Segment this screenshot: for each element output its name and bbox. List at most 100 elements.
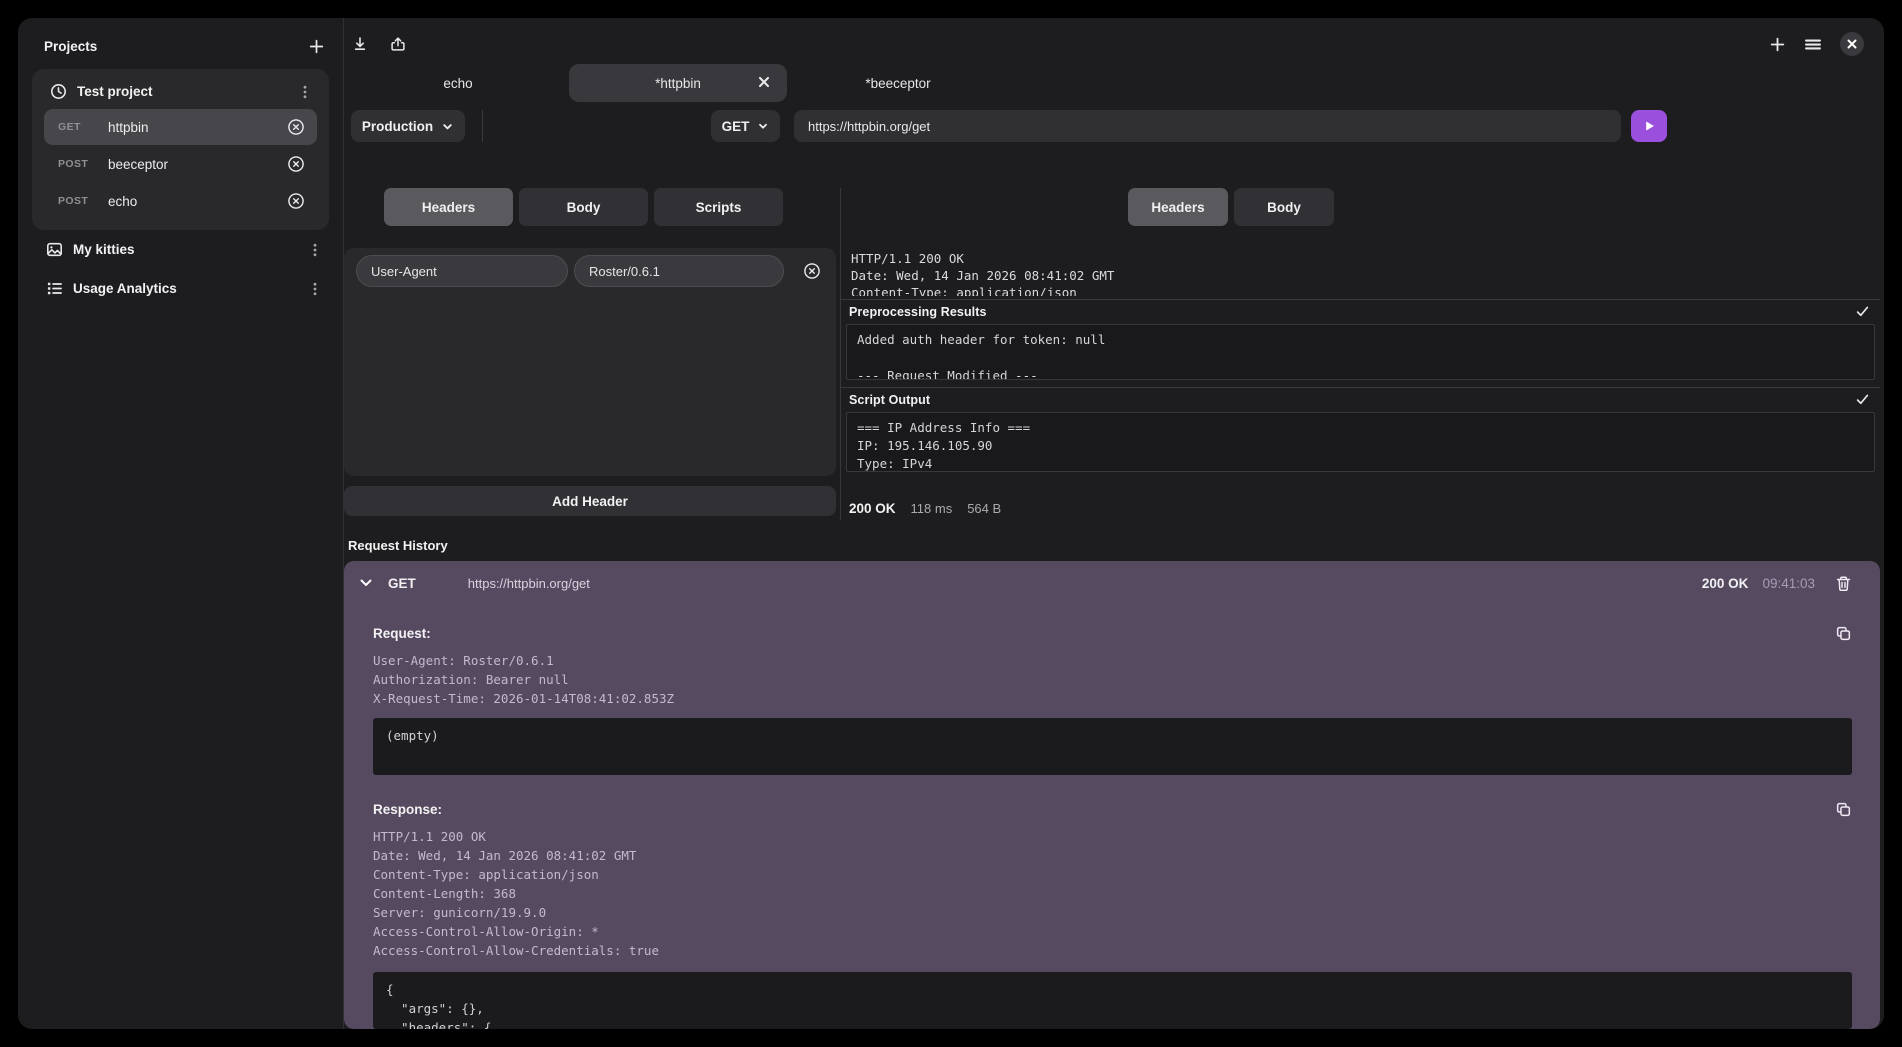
method-label: GET	[722, 119, 750, 134]
remove-header-button[interactable]	[803, 262, 821, 280]
history-entry-card: GET https://httpbin.org/get 200 OK 09:41…	[344, 561, 1880, 1029]
chevron-down-icon	[441, 120, 454, 133]
sidebar: Projects Test project GET httpbin	[18, 18, 344, 1029]
script-output-box: === IP Address Info === IP: 195.146.105.…	[846, 412, 1875, 472]
preprocessing-title: Preprocessing Results	[849, 305, 987, 319]
toolbar	[344, 30, 1880, 58]
tab-close-button[interactable]	[757, 75, 771, 89]
circle-x-icon	[803, 262, 821, 280]
project-menu-button[interactable]	[297, 84, 313, 100]
close-icon	[757, 75, 771, 89]
copy-icon	[1835, 625, 1852, 642]
headers-editor	[344, 248, 836, 476]
script-output-section: Script Output === IP Address Info === IP…	[841, 387, 1880, 476]
project-name: Test project	[77, 84, 153, 99]
preprocessing-section: Preprocessing Results Added auth header …	[841, 299, 1880, 384]
request-body-box: (empty)	[373, 718, 1852, 775]
project-header[interactable]: Test project	[40, 77, 321, 108]
history-url: https://httpbin.org/get	[468, 576, 590, 591]
script-output-header[interactable]: Script Output	[841, 388, 1880, 411]
request-history-section: Request History GET https://httpbin.org/…	[344, 534, 1880, 1029]
my-kitties-menu-button[interactable]	[307, 242, 323, 258]
plus-icon	[1769, 36, 1786, 53]
list-icon	[46, 280, 63, 297]
import-button[interactable]	[352, 36, 368, 52]
copy-request-button[interactable]	[1835, 625, 1852, 642]
sidebar-item-my-kitties[interactable]: My kitties	[30, 230, 331, 269]
add-header-button[interactable]: Add Header	[344, 486, 836, 516]
circle-x-icon	[287, 155, 305, 173]
sidebar-request-httpbin[interactable]: GET httpbin	[44, 109, 317, 145]
app-window: Projects Test project GET httpbin	[18, 18, 1884, 1029]
project-card: Test project GET httpbin POST beeceptor	[32, 69, 329, 230]
download-icon	[352, 36, 368, 52]
tab-request-headers[interactable]: Headers	[384, 188, 513, 226]
header-value-input[interactable]	[574, 255, 784, 287]
usage-analytics-menu-button[interactable]	[307, 281, 323, 297]
script-output-title: Script Output	[849, 393, 930, 407]
divider	[482, 110, 483, 142]
delete-request-button[interactable]	[287, 155, 305, 173]
toolbar-left	[352, 36, 406, 52]
tab-beeceptor[interactable]: *beeceptor	[789, 64, 1007, 102]
tab-response-headers[interactable]: Headers	[1128, 188, 1228, 226]
history-request-headers: User-Agent: Roster/0.6.1 Authorization: …	[373, 651, 1852, 708]
chevron-down-icon	[757, 120, 769, 132]
response-label: Response:	[373, 802, 442, 817]
delete-history-button[interactable]	[1835, 575, 1852, 592]
tab-label: echo	[443, 76, 472, 91]
preprocessing-header[interactable]: Preprocessing Results	[841, 300, 1880, 323]
preprocessing-output: Added auth header for token: null --- Re…	[857, 331, 1864, 380]
url-input[interactable]	[794, 110, 1621, 142]
check-icon	[1855, 392, 1870, 407]
request-name: echo	[108, 194, 137, 209]
response-headers-preview: HTTP/1.1 200 OK Date: Wed, 14 Jan 2026 0…	[841, 250, 1880, 296]
tab-httpbin[interactable]: *httpbin	[569, 64, 787, 102]
status-time: 118 ms	[911, 501, 953, 516]
history-time: 09:41:03	[1762, 576, 1815, 591]
sidebar-request-echo[interactable]: POST echo	[44, 183, 317, 219]
request-name: httpbin	[108, 120, 149, 135]
window-close-button[interactable]	[1840, 32, 1864, 56]
chevron-down-icon	[358, 575, 374, 591]
response-status-row: 200 OK 118 ms 564 B	[841, 501, 1880, 520]
request-label: Request:	[373, 626, 431, 641]
environment-label: Production	[362, 119, 433, 134]
tab-request-scripts[interactable]: Scripts	[654, 188, 783, 226]
status-code: 200 OK	[849, 501, 896, 516]
request-history-title: Request History	[344, 534, 1880, 561]
add-project-button[interactable]	[308, 38, 325, 55]
delete-request-button[interactable]	[287, 192, 305, 210]
sidebar-item-usage-analytics[interactable]: Usage Analytics	[30, 269, 331, 308]
sidebar-request-beeceptor[interactable]: POST beeceptor	[44, 146, 317, 182]
preprocessing-output-box: Added auth header for token: null --- Re…	[846, 324, 1875, 380]
collapse-entry-button[interactable]	[358, 575, 374, 591]
history-entry-header[interactable]: GET https://httpbin.org/get 200 OK 09:41…	[344, 561, 1880, 605]
response-panel-tabs: Headers Body	[1128, 188, 1880, 226]
response-panel: Headers Body HTTP/1.1 200 OK Date: Wed, …	[841, 188, 1880, 520]
request-panel: Headers Body Scripts Add Header	[344, 188, 841, 520]
response-label-row: Response:	[373, 801, 1852, 818]
copy-response-button[interactable]	[1835, 801, 1852, 818]
new-tab-button[interactable]	[1769, 36, 1786, 53]
menu-button[interactable]	[1803, 36, 1823, 53]
image-icon	[46, 241, 63, 258]
tab-response-body[interactable]: Body	[1234, 188, 1334, 226]
send-request-button[interactable]	[1631, 110, 1667, 142]
header-row	[351, 255, 829, 287]
delete-request-button[interactable]	[287, 118, 305, 136]
tab-request-body[interactable]: Body	[519, 188, 648, 226]
environment-dropdown[interactable]: Production	[351, 110, 465, 142]
tabstrip: echo *httpbin *beeceptor	[344, 64, 1880, 102]
request-label-row: Request:	[373, 625, 1852, 642]
request-method-badge: GET	[58, 121, 100, 133]
circle-x-icon	[287, 192, 305, 210]
tab-echo[interactable]: echo	[349, 64, 567, 102]
method-dropdown[interactable]: GET	[711, 110, 780, 142]
header-key-input[interactable]	[356, 255, 568, 287]
export-button[interactable]	[390, 36, 406, 52]
request-panel-tabs: Headers Body Scripts	[384, 188, 840, 226]
share-icon	[390, 36, 406, 52]
play-icon	[1642, 119, 1656, 133]
sidebar-item-label: Usage Analytics	[73, 281, 177, 296]
